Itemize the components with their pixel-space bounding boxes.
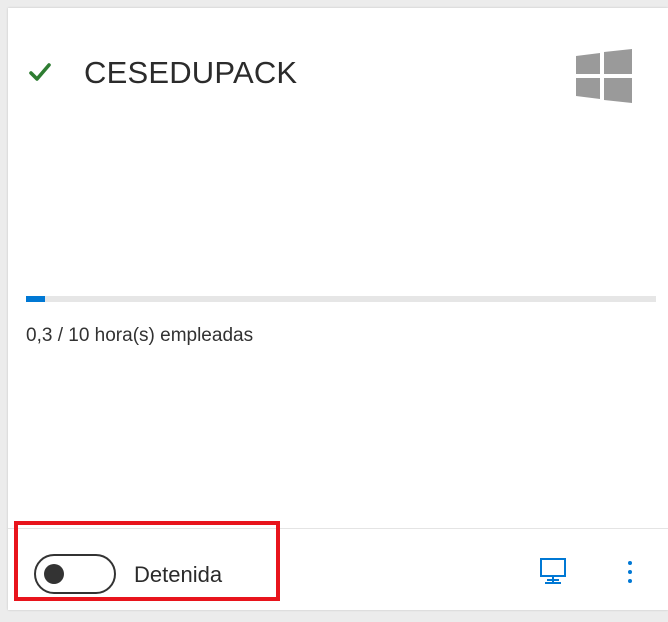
usage-progress-bar bbox=[26, 296, 656, 302]
vm-name: CESEDUPACK bbox=[84, 55, 298, 90]
page-background: CESEDUPACK 0,3 / 10 hora(s) empleadas De… bbox=[0, 0, 668, 622]
usage-text: 0,3 / 10 hora(s) empleadas bbox=[26, 325, 254, 346]
windows-logo-icon bbox=[576, 49, 632, 103]
check-icon bbox=[29, 63, 51, 81]
highlight-annotation-box bbox=[14, 521, 280, 601]
more-vertical-icon[interactable] bbox=[620, 557, 640, 587]
usage-progress-fill bbox=[26, 296, 45, 302]
monitor-icon[interactable] bbox=[538, 556, 568, 588]
lab-vm-card bbox=[8, 8, 668, 610]
